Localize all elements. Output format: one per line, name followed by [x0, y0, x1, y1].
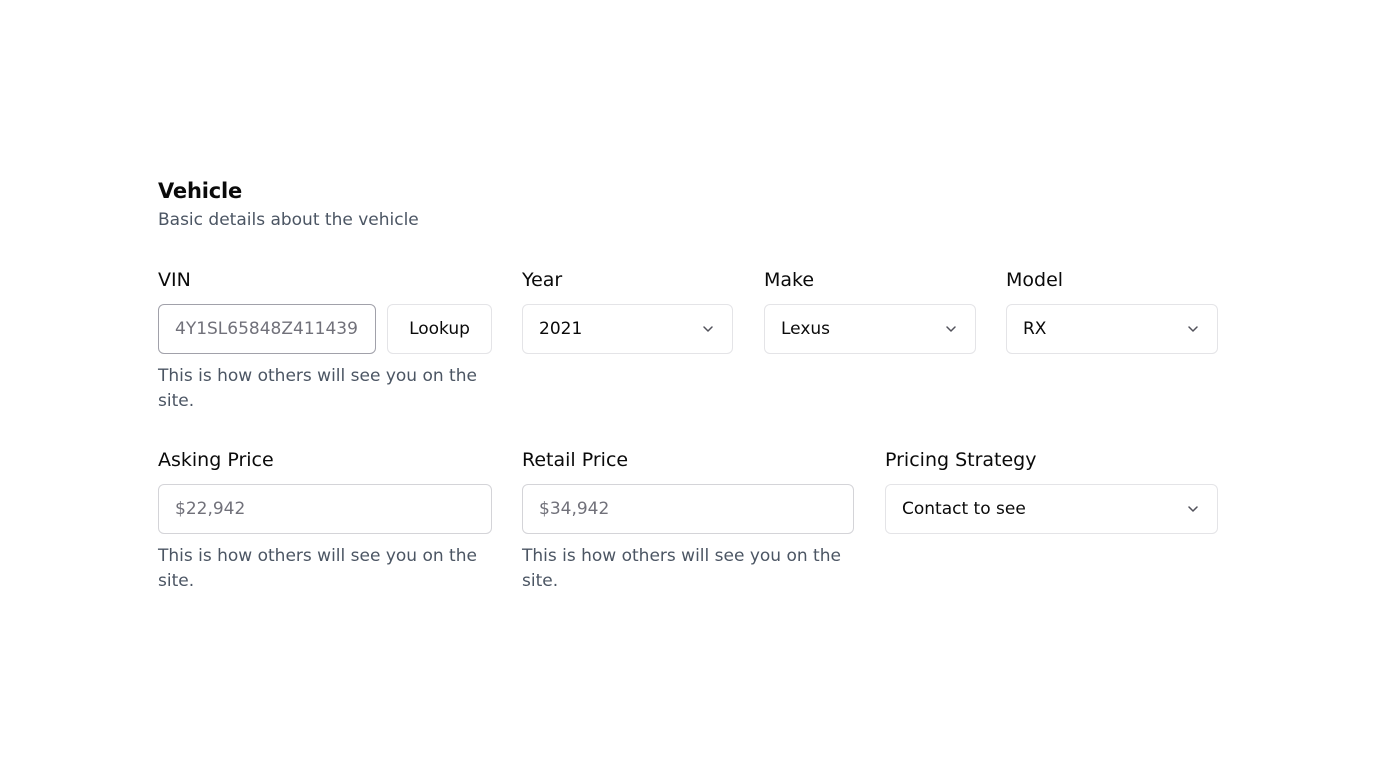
asking-price-label: Asking Price: [158, 449, 274, 471]
year-selected-value: 2021: [539, 319, 583, 339]
asking-price-input[interactable]: [158, 484, 492, 534]
chevron-down-icon: [943, 321, 959, 337]
year-field: Year 2021: [522, 268, 733, 354]
pricing-strategy-select[interactable]: Contact to see: [885, 484, 1218, 534]
model-field: Model RX: [1006, 268, 1218, 354]
model-select[interactable]: RX: [1006, 304, 1218, 354]
section-title: Vehicle: [158, 179, 242, 203]
make-label: Make: [764, 269, 815, 291]
pricing-strategy-field: Pricing Strategy Contact to see: [885, 448, 1218, 534]
vin-label: VIN: [158, 269, 191, 291]
year-select[interactable]: 2021: [522, 304, 733, 354]
make-selected-value: Lexus: [781, 319, 831, 339]
vin-field: VIN Lookup This is how others will see y…: [158, 268, 492, 414]
model-label: Model: [1006, 269, 1064, 291]
section-description: Basic details about the vehicle: [158, 210, 419, 230]
chevron-down-icon: [1185, 501, 1201, 517]
vehicle-form: Vehicle Basic details about the vehicle …: [158, 176, 1218, 591]
asking-price-help-text: This is how others will see you on the s…: [158, 546, 477, 591]
model-selected-value: RX: [1023, 319, 1047, 339]
retail-price-field: Retail Price This is how others will see…: [522, 448, 854, 594]
year-label: Year: [522, 269, 563, 291]
retail-price-label: Retail Price: [522, 449, 629, 471]
make-select[interactable]: Lexus: [764, 304, 976, 354]
pricing-strategy-selected-value: Contact to see: [902, 499, 1026, 519]
chevron-down-icon: [700, 321, 716, 337]
asking-price-field: Asking Price This is how others will see…: [158, 448, 492, 594]
section-header: Vehicle Basic details about the vehicle: [158, 176, 1218, 232]
retail-price-input[interactable]: [522, 484, 854, 534]
pricing-strategy-label: Pricing Strategy: [885, 449, 1037, 471]
vin-input[interactable]: [158, 304, 376, 354]
chevron-down-icon: [1185, 321, 1201, 337]
vin-help-text: This is how others will see you on the s…: [158, 366, 477, 411]
vin-control-row: Lookup: [158, 304, 492, 354]
make-field: Make Lexus: [764, 268, 976, 354]
retail-price-help-text: This is how others will see you on the s…: [522, 546, 841, 591]
lookup-button[interactable]: Lookup: [387, 304, 492, 354]
